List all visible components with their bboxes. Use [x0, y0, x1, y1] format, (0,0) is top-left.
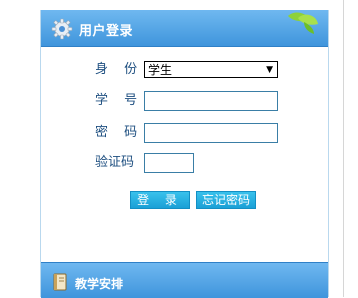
captcha-input[interactable] [144, 153, 194, 173]
schedule-section-header[interactable]: 教学安排 [41, 262, 328, 298]
button-row: 登 录 忘记密码 [41, 191, 328, 213]
dropdown-arrow-icon[interactable]: ▼ [266, 62, 273, 79]
leaf-icon [288, 12, 318, 34]
login-panel-header: 用户登录 [41, 10, 328, 47]
identity-select-value: 学生 [148, 63, 173, 77]
forgot-password-button[interactable]: 忘记密码 [196, 191, 256, 209]
password-label: 密 码 [95, 125, 144, 140]
captcha-label: 验证码 [95, 155, 135, 170]
student-id-row: 学 号 [41, 91, 328, 113]
schedule-section-title: 教学安排 [75, 277, 124, 291]
identity-label: 身 份 [95, 62, 144, 77]
password-row: 密 码 [41, 123, 328, 145]
login-panel-title: 用户登录 [79, 24, 134, 39]
page-divider [343, 0, 344, 297]
login-panel: 用户登录 身 份 学生 ▼ 学 号 密 码 验证码 登 录 忘记密码 教学安排 [40, 10, 329, 298]
student-id-label: 学 号 [95, 93, 144, 108]
login-button[interactable]: 登 录 [130, 191, 190, 209]
student-id-input[interactable] [144, 91, 278, 111]
password-input[interactable] [144, 123, 278, 143]
book-icon [53, 273, 67, 291]
gear-icon [51, 18, 73, 40]
identity-select[interactable]: 学生 ▼ [144, 61, 278, 78]
captcha-row: 验证码 [41, 153, 328, 175]
identity-row: 身 份 学生 ▼ [41, 61, 328, 83]
